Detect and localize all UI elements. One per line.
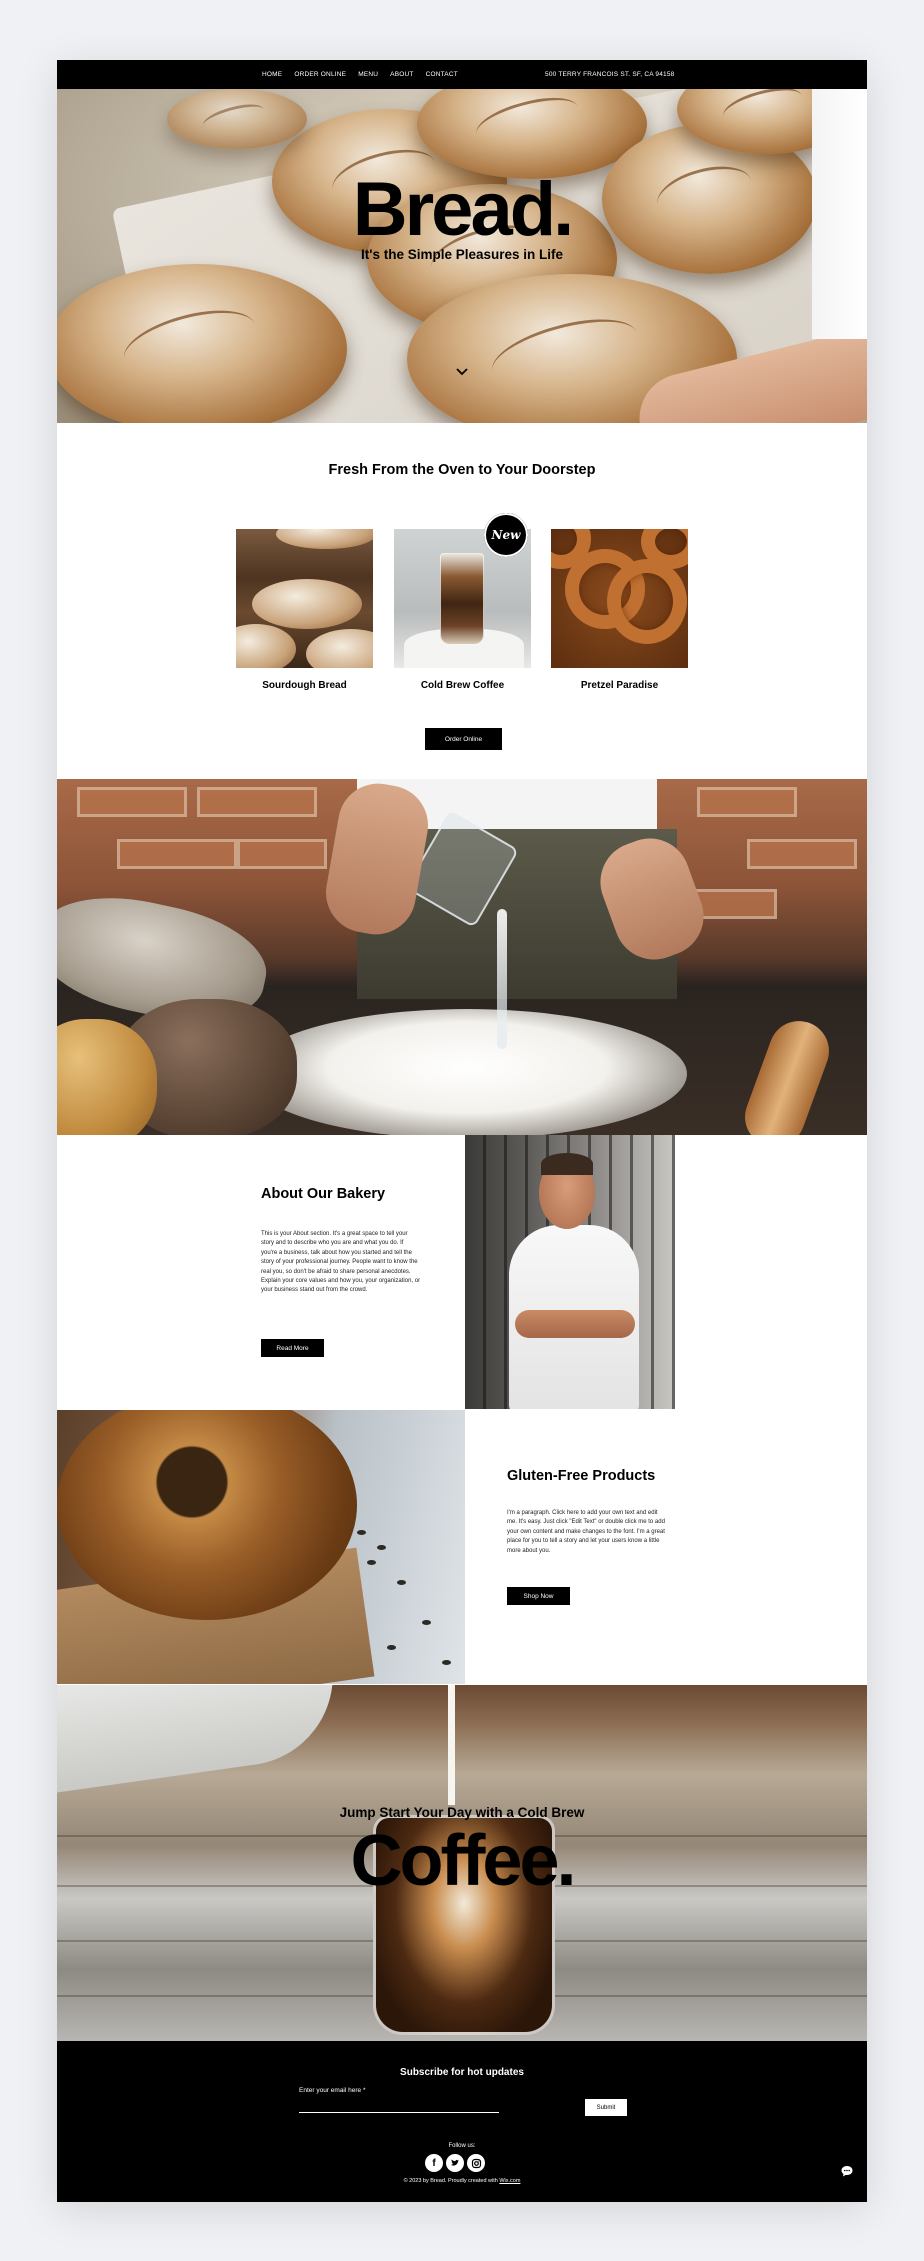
brick-image	[747, 839, 857, 869]
baker-portrait-image	[465, 1135, 675, 1409]
pretzel-shape-image	[607, 559, 687, 644]
footer: Subscribe for hot updates Enter your ema…	[57, 2041, 867, 2202]
about-text: This is your About section. It's a great…	[261, 1231, 421, 1294]
product-name[interactable]: Pretzel Paradise	[551, 680, 688, 691]
sourdough-loaf-image	[306, 629, 373, 668]
baker-arms-image	[515, 1310, 635, 1338]
nav-address: 500 TERRY FRANCOIS ST. SF, CA 94158	[545, 71, 675, 78]
brick-image	[697, 787, 797, 817]
new-badge: New	[484, 513, 528, 557]
coffee-glass-image	[440, 553, 484, 645]
sourdough-loaf-image	[252, 579, 362, 629]
baker-hair-image	[541, 1153, 593, 1175]
shop-now-button[interactable]: Shop Now	[507, 1587, 570, 1605]
email-input[interactable]	[299, 2099, 499, 2113]
seed-image	[357, 1530, 366, 1535]
copyright: © 2023 by Bread. Proudly created with Wi…	[57, 2178, 867, 2184]
facebook-icon[interactable]: f	[425, 2154, 443, 2172]
nav-item-menu[interactable]: MENU	[358, 71, 378, 78]
seed-image	[397, 1580, 406, 1585]
order-online-button[interactable]: Order Online	[425, 728, 502, 750]
pretzel-image[interactable]	[551, 529, 688, 668]
hero-subtitle: It's the Simple Pleasures in Life	[360, 247, 564, 262]
top-nav: HOME ORDER ONLINE MENU ABOUT CONTACT 500…	[57, 60, 867, 89]
seed-image	[442, 1660, 451, 1665]
chat-icon[interactable]	[832, 2156, 862, 2186]
sourdough-loaf-image	[236, 624, 296, 668]
milk-pitcher-image	[57, 1685, 345, 1797]
bundt-cake-image	[57, 1410, 465, 1684]
wix-link[interactable]: Wix.com	[499, 2178, 520, 2184]
nav-item-order-online[interactable]: ORDER ONLINE	[294, 71, 346, 78]
submit-button[interactable]: Submit	[585, 2099, 627, 2116]
nav-menu: HOME ORDER ONLINE MENU ABOUT CONTACT	[262, 60, 458, 89]
email-label: Enter your email here *	[299, 2087, 366, 2094]
flour-pile-image	[247, 1009, 687, 1135]
instagram-icon[interactable]	[467, 2154, 485, 2172]
seed-image	[422, 1620, 431, 1625]
copyright-text: © 2023 by Bread. Proudly created with	[403, 2178, 500, 2184]
hero-title: Bread.	[352, 167, 575, 252]
site-page: HOME ORDER ONLINE MENU ABOUT CONTACT 500…	[57, 60, 867, 2202]
product-card-sourdough[interactable]: Sourdough Bread	[236, 529, 373, 691]
seed-image	[387, 1645, 396, 1650]
product-card-pretzel[interactable]: Pretzel Paradise	[551, 529, 688, 691]
baking-banner-image	[57, 779, 867, 1135]
gluten-free-title: Gluten-Free Products	[507, 1468, 656, 1484]
nav-item-home[interactable]: HOME	[262, 71, 282, 78]
twitter-icon[interactable]	[446, 2154, 464, 2172]
hero-loaf-image	[167, 89, 307, 149]
brick-image	[77, 787, 187, 817]
product-name[interactable]: Sourdough Bread	[236, 680, 373, 691]
baguette-image	[736, 1012, 838, 1135]
water-stream-image	[497, 909, 507, 1049]
product-name[interactable]: Cold Brew Coffee	[394, 680, 531, 691]
nav-item-about[interactable]: ABOUT	[390, 71, 413, 78]
follow-us-label: Follow us:	[448, 2143, 476, 2149]
sourdough-loaf-image	[276, 529, 373, 549]
brick-image	[117, 839, 237, 869]
sourdough-image[interactable]	[236, 529, 373, 668]
read-more-button[interactable]: Read More	[261, 1339, 324, 1357]
coffee-subtitle: Jump Start Your Day with a Cold Brew	[339, 1805, 585, 1820]
about-title: About Our Bakery	[261, 1186, 386, 1202]
seed-image	[367, 1560, 376, 1565]
nav-item-contact[interactable]: CONTACT	[426, 71, 458, 78]
seed-image	[377, 1545, 386, 1550]
milk-stream-image	[448, 1685, 455, 1805]
brick-image	[237, 839, 327, 869]
chevron-down-icon[interactable]	[455, 365, 469, 379]
social-links: f	[425, 2154, 485, 2172]
brick-image	[197, 787, 317, 817]
coffee-title: Coffee.	[350, 1821, 576, 1901]
products-heading: Fresh From the Oven to Your Doorstep	[328, 462, 596, 478]
subscribe-title: Subscribe for hot updates	[400, 2067, 524, 2078]
gluten-free-text: I'm a paragraph. Click here to add your …	[507, 1510, 665, 1554]
